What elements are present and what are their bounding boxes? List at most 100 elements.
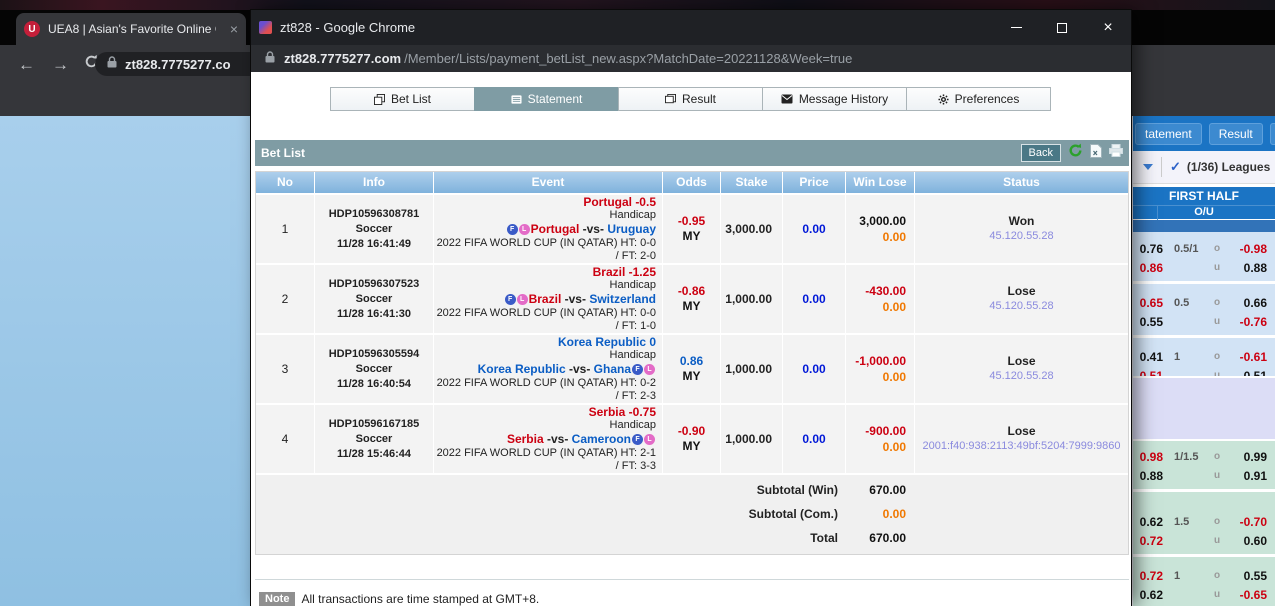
bet-winlose: -430.00 0.00 [846, 265, 914, 333]
odds-row[interactable]: 0.981/1.5o0.99 [1133, 447, 1275, 466]
list-icon [511, 94, 522, 105]
print-icon[interactable] [1109, 144, 1123, 162]
bet-row: 3 HDP10596305594 Soccer 11/28 16:40:54 K… [256, 335, 1128, 403]
rp-nav-button[interactable]: tatement [1135, 123, 1202, 145]
odds-row[interactable]: 0.55u-0.76 [1133, 312, 1275, 331]
bet-sport: Soccer [356, 222, 393, 237]
odds-row[interactable]: 0.88u0.91 [1133, 466, 1275, 485]
tab-label: Bet List [391, 92, 431, 106]
odds-panel: tatementResultPref ✓ (1/36) Leagues FIRS… [1131, 116, 1275, 606]
bet-odds: -0.95 MY [663, 195, 720, 263]
bet-pick: Brazil -1.25 [434, 265, 656, 279]
commission-value: 0.00 [883, 299, 906, 315]
bet-price: 0.00 [783, 335, 845, 403]
forward-arrow-icon[interactable]: → [52, 55, 69, 75]
leagues-label[interactable]: (1/36) Leagues [1187, 160, 1270, 174]
status-ip: 45.120.55.28 [989, 229, 1053, 244]
odds-group: 0.621.5o-0.700.72u0.60 [1133, 510, 1275, 557]
bet-sport: Soccer [356, 292, 393, 307]
lock-icon [107, 55, 117, 73]
odds-value: -0.86 [678, 284, 705, 299]
odds-row[interactable]: 0.760.5/1o-0.98 [1133, 239, 1275, 258]
popup-titlebar[interactable]: zt828 - Google Chrome × [251, 10, 1131, 45]
odds-value: 0.86 [680, 354, 703, 369]
column-header: Stake [721, 172, 782, 193]
odds-row[interactable]: 0.411o-0.61 [1133, 347, 1275, 366]
rp-nav-button[interactable]: Pref [1270, 123, 1275, 145]
tab-preferences[interactable]: Preferences [906, 87, 1051, 111]
league-filter-bar[interactable]: ✓ (1/36) Leagues [1133, 151, 1275, 184]
winlose-value: -430.00 [865, 283, 906, 299]
vs-label: -vs- [547, 432, 568, 446]
odds-row[interactable]: 0.72u0.60 [1133, 531, 1275, 550]
close-button[interactable]: × [1085, 10, 1131, 45]
vs-label: -vs- [565, 292, 586, 306]
tab-close-icon[interactable]: × [230, 21, 238, 37]
bet-pick: Portugal -0.5 [434, 195, 656, 209]
l-icon [644, 434, 655, 445]
back-arrow-icon[interactable]: ← [18, 55, 35, 75]
zt828-favicon [259, 21, 272, 34]
bet-row: 4 HDP10596167185 Soccer 11/28 15:46:44 S… [256, 405, 1128, 473]
currency-label: MY [683, 439, 701, 454]
panel-title: Bet List [261, 146, 305, 160]
odds-row[interactable]: 0.51u0.51 [1133, 366, 1275, 376]
odds-row[interactable]: 0.86u0.88 [1133, 258, 1275, 277]
subtotal-row: Total670.00 [256, 526, 1128, 550]
odds-row[interactable]: 0.650.5o0.66 [1133, 293, 1275, 312]
tab-result[interactable]: Result [618, 87, 763, 111]
tab-label: Result [682, 92, 716, 106]
tab-statement[interactable]: Statement [474, 87, 619, 111]
tab-title: UEA8 | Asian's Favorite Online Ca [48, 22, 216, 36]
tab-label: Message History [799, 92, 888, 106]
status-label: Lose [1007, 424, 1035, 439]
bet-stake: 3,000.00 [721, 195, 782, 263]
lock-icon [265, 50, 275, 68]
note-text: All transactions are time stamped at GMT… [301, 592, 539, 606]
minimize-button[interactable] [993, 10, 1039, 45]
bet-market: Handicap [434, 209, 656, 222]
bet-time: 11/28 15:46:44 [337, 447, 411, 462]
bet-no: 1 [256, 195, 314, 263]
back-button[interactable]: Back [1021, 144, 1061, 162]
match-header-strip [1133, 219, 1275, 232]
odds-row[interactable]: 0.62u-0.65 [1133, 585, 1275, 604]
maximize-button[interactable] [1039, 10, 1085, 45]
bet-no: 2 [256, 265, 314, 333]
home-team: Brazil [529, 292, 562, 306]
status-ip: 2001:f40:938:2113:49bf:5204:7999:9860 [923, 439, 1121, 454]
background-page-body [0, 116, 251, 606]
background-page-strip [0, 0, 1275, 10]
commission-value: 0.00 [883, 369, 906, 385]
event-teams: Korea Republic -vs- Ghana [434, 362, 656, 377]
odds-row[interactable]: 0.621.5o-0.70 [1133, 512, 1275, 531]
url-domain: zt828.7775277.com [284, 51, 401, 66]
bet-sport: Soccer [356, 432, 393, 447]
browser-tab-uea8[interactable]: U UEA8 | Asian's Favorite Online Ca × [16, 13, 246, 45]
odds-group: 0.721o0.550.62u-0.65 [1133, 564, 1275, 606]
f-icon [632, 364, 643, 375]
home-team: Serbia [507, 432, 544, 446]
bet-status: Won 45.120.55.28 [915, 195, 1128, 263]
bet-list-panel: Bet List Back [255, 140, 1129, 606]
bet-odds: -0.90 MY [663, 405, 720, 473]
chevron-down-icon[interactable] [1143, 164, 1153, 170]
popup-content: Bet List Statement Result Message History Pr… [251, 72, 1131, 606]
status-label: Lose [1007, 354, 1035, 369]
refresh-icon[interactable] [1068, 143, 1083, 163]
event-teams: Portugal -vs- Uruguay [434, 222, 656, 237]
popup-address-bar[interactable]: zt828.7775277.com /Member/Lists/payment_… [251, 45, 1131, 72]
column-header: Status [915, 172, 1128, 193]
status-label: Lose [1007, 284, 1035, 299]
commission-value: 0.00 [883, 229, 906, 245]
tab-message-history[interactable]: Message History [762, 87, 907, 111]
bet-status: Lose 45.120.55.28 [915, 335, 1128, 403]
odds-row[interactable]: 0.721o0.55 [1133, 566, 1275, 585]
bet-status: Lose 45.120.55.28 [915, 265, 1128, 333]
export-excel-icon[interactable] [1090, 144, 1102, 163]
bet-odds: 0.86 MY [663, 335, 720, 403]
rp-nav-button[interactable]: Result [1209, 123, 1263, 145]
home-team: Korea Republic [478, 362, 566, 376]
divider [255, 579, 1129, 580]
tab-bet-list[interactable]: Bet List [330, 87, 475, 111]
